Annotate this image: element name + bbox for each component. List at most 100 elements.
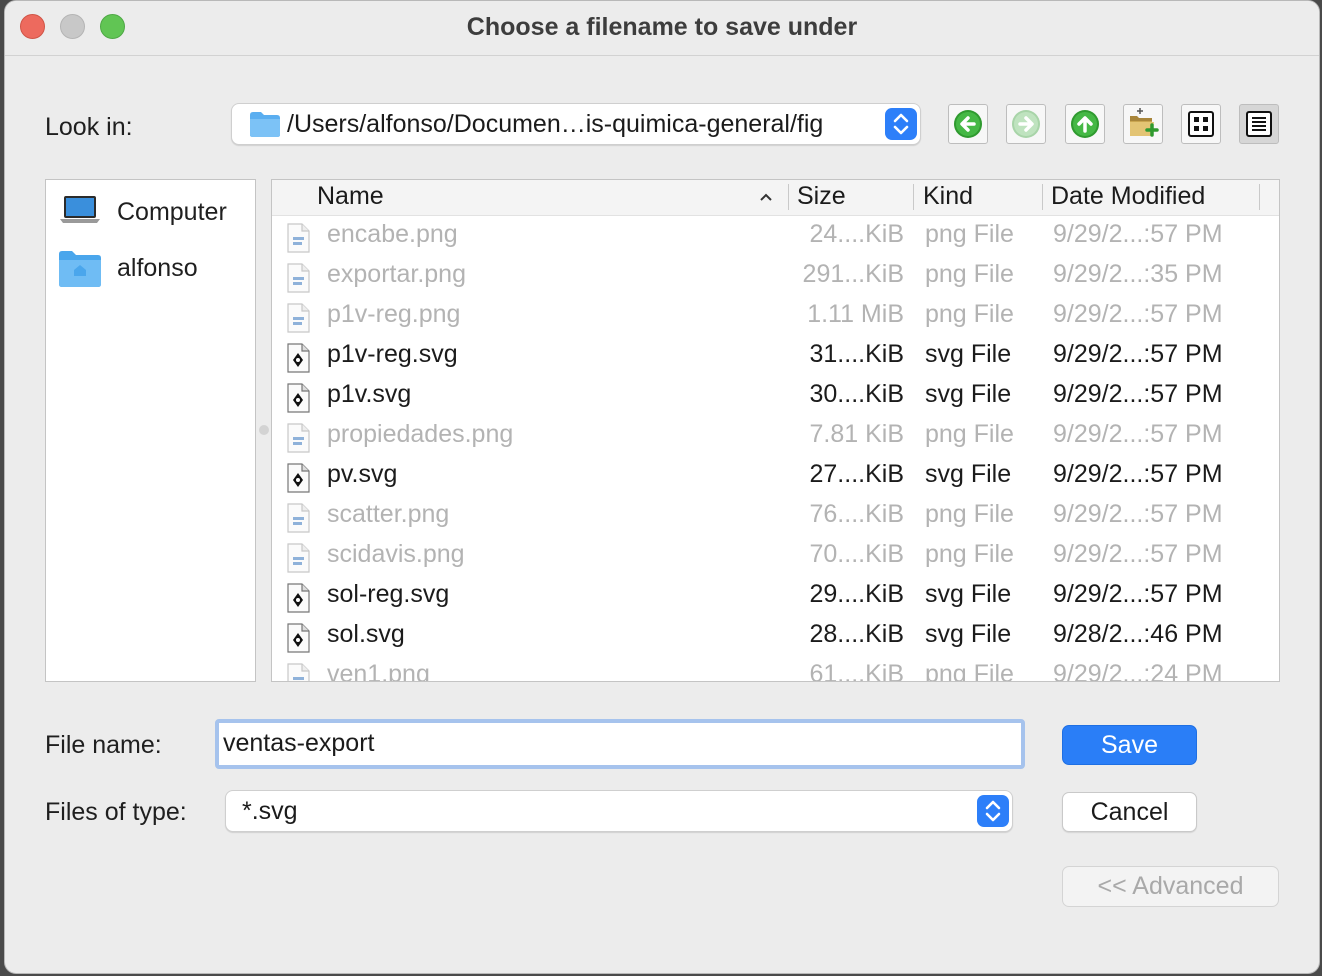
- file-name: sol.svg: [327, 620, 405, 648]
- file-row: encabe.png 24....KiB png File 9/29/2...:57 …: [272, 216, 1279, 256]
- sidebar-item-label: Computer: [117, 198, 227, 226]
- file-row[interactable]: sol-reg.svg 29....KiB svg File 9/29/2...:57…: [272, 576, 1279, 616]
- files-of-type-value: *.svg: [242, 797, 298, 825]
- file-date: 9/29/2...:57 PM: [1053, 580, 1223, 608]
- advanced-button[interactable]: << Advanced: [1062, 866, 1279, 907]
- splitter-handle[interactable]: [259, 425, 269, 435]
- file-name: scatter.png: [327, 500, 450, 528]
- new-folder-button[interactable]: [1123, 104, 1163, 144]
- new-folder-icon: [1130, 108, 1159, 137]
- file-date: 9/29/2...:57 PM: [1053, 220, 1223, 248]
- back-button[interactable]: [948, 104, 988, 144]
- svg-file-icon: [287, 463, 310, 493]
- file-size: 30....KiB: [809, 380, 905, 408]
- files-of-type-stepper[interactable]: [977, 795, 1009, 827]
- save-button[interactable]: Save: [1062, 725, 1197, 765]
- file-row[interactable]: sol.svg 28....KiB svg File 9/28/2...:46 PM: [272, 616, 1279, 656]
- cancel-button[interactable]: Cancel: [1062, 792, 1197, 832]
- forward-button[interactable]: [1006, 104, 1046, 144]
- look-in-combo[interactable]: /Users/alfonso/Documen…is-quimica-genera…: [231, 103, 921, 145]
- file-size: 29....KiB: [809, 580, 905, 608]
- file-name: ven1.png: [327, 660, 430, 682]
- file-row[interactable]: pv.svg 27....KiB svg File 9/29/2...:57 PM: [272, 456, 1279, 496]
- sidebar-item-alfonso[interactable]: alfonso: [46, 244, 255, 288]
- file-kind: svg File: [925, 620, 1012, 648]
- file-row: propiedades.png 7.81 KiB png File 9/29/2...…: [272, 416, 1279, 456]
- file-row[interactable]: p1v-reg.svg 31....KiB svg File 9/29/2...:57…: [272, 336, 1279, 376]
- column-header-size[interactable]: Size: [797, 182, 846, 211]
- look-in-label: Look in:: [45, 113, 133, 141]
- column-header-kind[interactable]: Kind: [923, 182, 973, 211]
- png-file-icon: [287, 303, 310, 333]
- file-name: p1v-reg.svg: [327, 340, 458, 368]
- png-file-icon: [287, 263, 310, 293]
- file-name-field[interactable]: [215, 719, 1025, 769]
- png-file-icon: [287, 503, 310, 533]
- png-file-icon: [287, 423, 310, 453]
- files-of-type-combo[interactable]: *.svg: [225, 790, 1013, 832]
- file-kind: png File: [925, 420, 1014, 448]
- file-date: 9/29/2...:57 PM: [1053, 460, 1223, 488]
- file-name: encabe.png: [327, 220, 458, 248]
- file-name-label: File name:: [45, 731, 162, 759]
- column-separator[interactable]: [913, 184, 914, 210]
- files-of-type-label: Files of type:: [45, 798, 187, 826]
- folder-icon: [250, 112, 280, 137]
- file-kind: png File: [925, 300, 1014, 328]
- places-sidebar: Computer alfonso: [45, 179, 256, 682]
- file-size: 291...KiB: [802, 260, 904, 288]
- file-row[interactable]: p1v.svg 30....KiB svg File 9/29/2...:57 PM: [272, 376, 1279, 416]
- file-kind: svg File: [925, 340, 1012, 368]
- file-date: 9/29/2...:57 PM: [1053, 420, 1223, 448]
- back-icon: [954, 110, 982, 138]
- svg-file-icon: [287, 383, 310, 413]
- png-file-icon: [287, 543, 310, 573]
- file-kind: png File: [925, 260, 1014, 288]
- file-date: 9/29/2...:57 PM: [1053, 380, 1223, 408]
- column-separator[interactable]: [1259, 184, 1260, 210]
- svg-file-icon: [287, 623, 310, 653]
- file-date: 9/29/2...:57 PM: [1053, 540, 1223, 568]
- file-date: 9/29/2...:57 PM: [1053, 300, 1223, 328]
- file-kind: png File: [925, 540, 1014, 568]
- file-row: exportar.png 291...KiB png File 9/29/2...:3…: [272, 256, 1279, 296]
- file-kind: svg File: [925, 460, 1012, 488]
- file-size: 70....KiB: [809, 540, 905, 568]
- chevron-updown-icon: [985, 800, 1001, 822]
- svg-file-icon: [287, 343, 310, 373]
- file-size: 76....KiB: [809, 500, 905, 528]
- detail-view-icon: [1246, 111, 1272, 137]
- file-date: 9/29/2...:57 PM: [1053, 500, 1223, 528]
- file-date: 9/29/2...:57 PM: [1053, 340, 1223, 368]
- file-size: 61....KiB: [809, 660, 905, 682]
- file-size: 24....KiB: [809, 220, 905, 248]
- file-date: 9/29/2...:24 PM: [1053, 660, 1223, 682]
- file-row: scatter.png 76....KiB png File 9/29/2...:57…: [272, 496, 1279, 536]
- parent-directory-button[interactable]: [1065, 104, 1105, 144]
- column-header-name[interactable]: Name: [317, 182, 384, 211]
- file-date: 9/29/2...:35 PM: [1053, 260, 1223, 288]
- file-name-input[interactable]: [223, 729, 1013, 758]
- sidebar-item-computer[interactable]: Computer: [46, 188, 255, 232]
- file-kind: png File: [925, 660, 1014, 682]
- look-in-stepper[interactable]: [885, 108, 917, 140]
- column-separator[interactable]: [788, 184, 789, 210]
- file-name: exportar.png: [327, 260, 466, 288]
- title-bar[interactable]: Choose a filename to save under: [5, 1, 1319, 56]
- parent-directory-icon: [1071, 110, 1099, 138]
- chevron-updown-icon: [893, 113, 909, 135]
- file-name: pv.svg: [327, 460, 398, 488]
- file-name: sol-reg.svg: [327, 580, 450, 608]
- forward-icon: [1012, 110, 1040, 138]
- file-kind: svg File: [925, 380, 1012, 408]
- file-name: scidavis.png: [327, 540, 465, 568]
- file-list[interactable]: Name Size Kind Date Modified encabe.png 2…: [271, 179, 1280, 682]
- png-file-icon: [287, 223, 310, 253]
- column-separator[interactable]: [1042, 184, 1043, 210]
- file-kind: png File: [925, 220, 1014, 248]
- detail-view-button[interactable]: [1239, 104, 1279, 144]
- file-date: 9/28/2...:46 PM: [1053, 620, 1223, 648]
- file-kind: png File: [925, 500, 1014, 528]
- column-header-date[interactable]: Date Modified: [1051, 182, 1205, 211]
- list-view-button[interactable]: [1181, 104, 1221, 144]
